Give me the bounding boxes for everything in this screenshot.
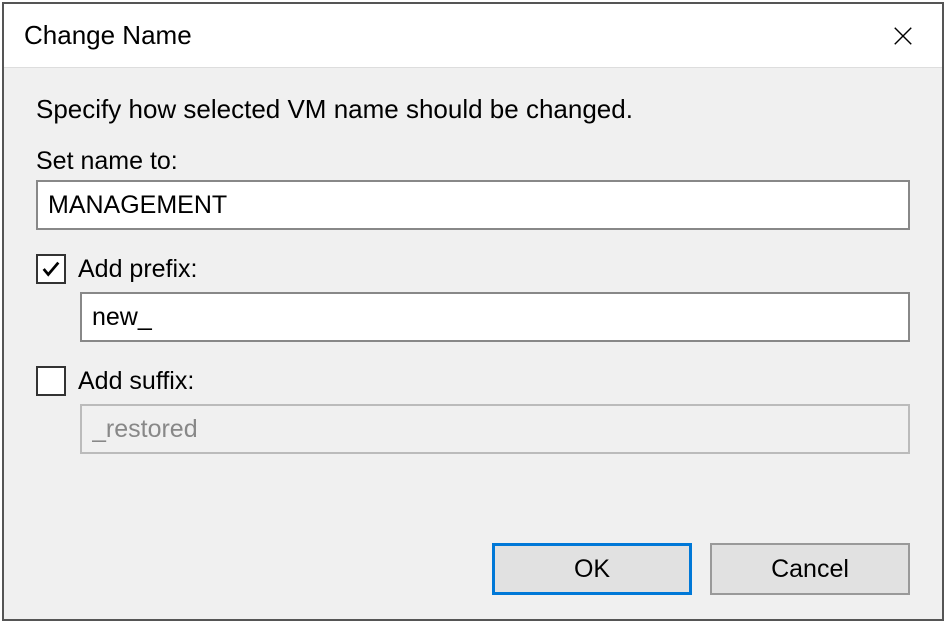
- change-name-dialog: Change Name Specify how selected VM name…: [2, 2, 944, 621]
- close-icon: [892, 25, 914, 47]
- add-prefix-row: Add prefix:: [36, 254, 910, 284]
- add-suffix-row: Add suffix:: [36, 366, 910, 396]
- dialog-content: Specify how selected VM name should be c…: [4, 68, 942, 531]
- prefix-input[interactable]: [80, 292, 910, 342]
- add-prefix-checkbox[interactable]: [36, 254, 66, 284]
- add-suffix-checkbox[interactable]: [36, 366, 66, 396]
- button-row: OK Cancel: [4, 531, 942, 619]
- instruction-text: Specify how selected VM name should be c…: [36, 94, 910, 125]
- set-name-input[interactable]: [36, 180, 910, 230]
- check-icon: [40, 258, 62, 280]
- dialog-title: Change Name: [24, 20, 192, 51]
- titlebar: Change Name: [4, 4, 942, 68]
- cancel-button[interactable]: Cancel: [710, 543, 910, 595]
- ok-button[interactable]: OK: [492, 543, 692, 595]
- add-prefix-label: Add prefix:: [78, 255, 198, 284]
- close-button[interactable]: [880, 13, 926, 59]
- suffix-input[interactable]: [80, 404, 910, 454]
- add-suffix-label: Add suffix:: [78, 367, 194, 396]
- set-name-label: Set name to:: [36, 147, 910, 176]
